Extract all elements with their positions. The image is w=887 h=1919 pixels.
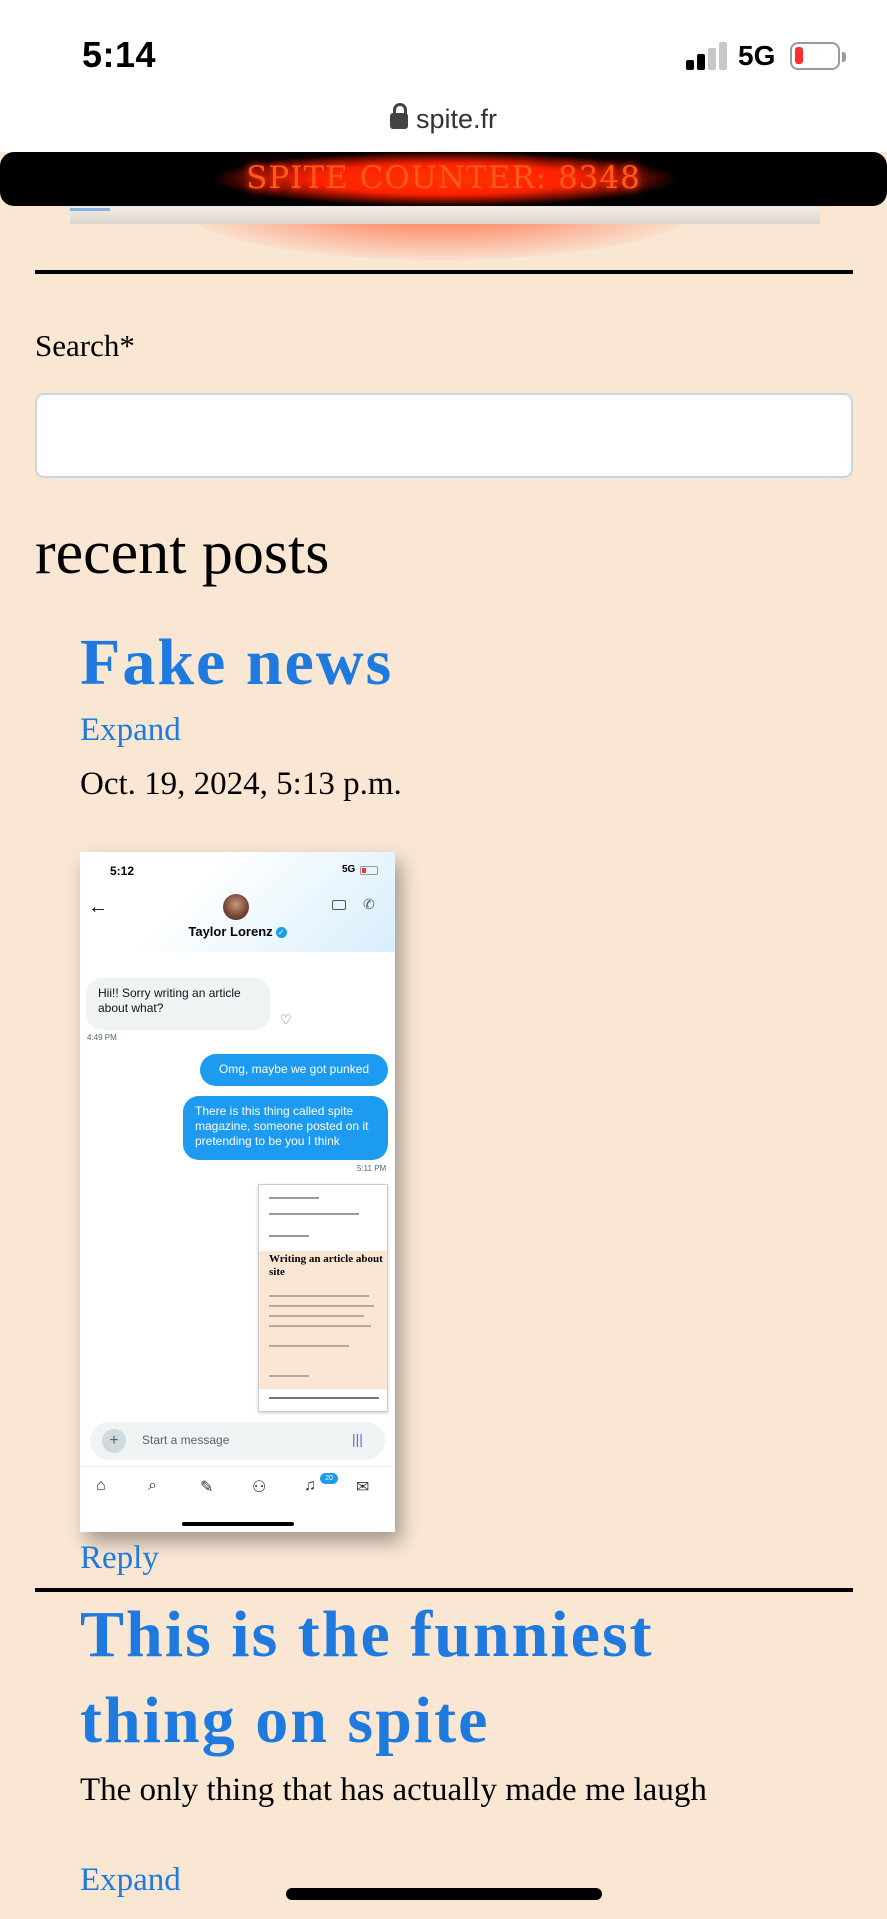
compose-field: + Start a message ||| (90, 1422, 385, 1460)
video-call-icon (332, 900, 346, 910)
recent-posts-heading: recent posts (35, 519, 330, 587)
signal-icon (686, 42, 727, 70)
back-arrow-icon: ← (88, 896, 108, 918)
spite-counter-banner: SPITE COUNTER: 8348 (0, 152, 887, 206)
voice-icon: ||| (352, 1431, 363, 1447)
network-type: 5G (738, 40, 776, 71)
notification-badge: 20 (320, 1473, 338, 1484)
communities-icon: ⚇ (252, 1479, 267, 1496)
spite-counter-text: SPITE COUNTER: 8348 (246, 160, 641, 196)
lock-icon (389, 103, 408, 129)
embedded-status-time: 5:12 (110, 864, 135, 878)
react-heart-icon: ♡ (280, 1012, 292, 1027)
message-bubble-outgoing: There is this thing called spite magazin… (183, 1096, 388, 1160)
plus-icon: + (102, 1429, 126, 1453)
status-bar: 5:14 5G spite.fr (0, 0, 887, 152)
message-bubble-incoming: Hii!! Sorry writing an article about wha… (86, 978, 270, 1030)
url-bar[interactable]: spite.fr (0, 103, 887, 135)
home-indicator[interactable] (286, 1888, 602, 1900)
battery-icon (790, 42, 846, 70)
mail-icon: ✉ (356, 1479, 370, 1496)
verified-icon: ✓ (275, 927, 287, 938)
expand-link[interactable]: Expand (80, 1862, 181, 1899)
url-domain: spite.fr (415, 104, 498, 134)
reply-link[interactable]: Reply (80, 1540, 159, 1577)
divider (35, 270, 853, 274)
post-title-fake-news[interactable]: Fake news (80, 620, 393, 706)
expand-link[interactable]: Expand (80, 712, 181, 749)
contact-name: Taylor Lorenz ✓ (80, 924, 395, 939)
search-icon: ⌕ (148, 1477, 157, 1494)
attached-post-image: Writing an article about site (258, 1184, 388, 1412)
embedded-home-indicator (182, 1522, 294, 1526)
bell-icon: ♫ (304, 1477, 316, 1494)
avatar (223, 894, 249, 920)
post-title-funniest-line1[interactable]: This is the funniest (80, 1592, 654, 1678)
post-image-dm-screenshot[interactable]: 5:12 5G ← Taylor Lorenz ✓ ✆ Hii!! Sorry w… (80, 852, 395, 1532)
phone-icon: ✆ (363, 896, 375, 912)
compose-icon: ✎ (200, 1479, 214, 1496)
message-time: 4:49 PM (87, 1033, 117, 1042)
post-title-funniest-line2[interactable]: thing on spite (80, 1678, 489, 1764)
post-excerpt: The only thing that has actually made me… (80, 1772, 707, 1808)
status-time: 5:14 (82, 34, 157, 75)
embedded-network: 5G (342, 864, 356, 875)
embedded-tab-bar: ⌂ ⌕ ✎ ⚇ ♫ 20 ✉ (80, 1466, 395, 1508)
post-date: Oct. 19, 2024, 5:13 p.m. (80, 766, 402, 802)
compose-placeholder: Start a message (142, 1433, 230, 1447)
embedded-battery-icon (360, 866, 378, 875)
search-input[interactable] (35, 393, 853, 478)
attached-post-title: Writing an article about site (269, 1253, 383, 1278)
message-bubble-outgoing: Omg, maybe we got punked (200, 1054, 388, 1086)
message-time: 5:11 PM (357, 1164, 387, 1173)
home-icon: ⌂ (96, 1477, 106, 1494)
search-label: Search* (35, 328, 135, 363)
